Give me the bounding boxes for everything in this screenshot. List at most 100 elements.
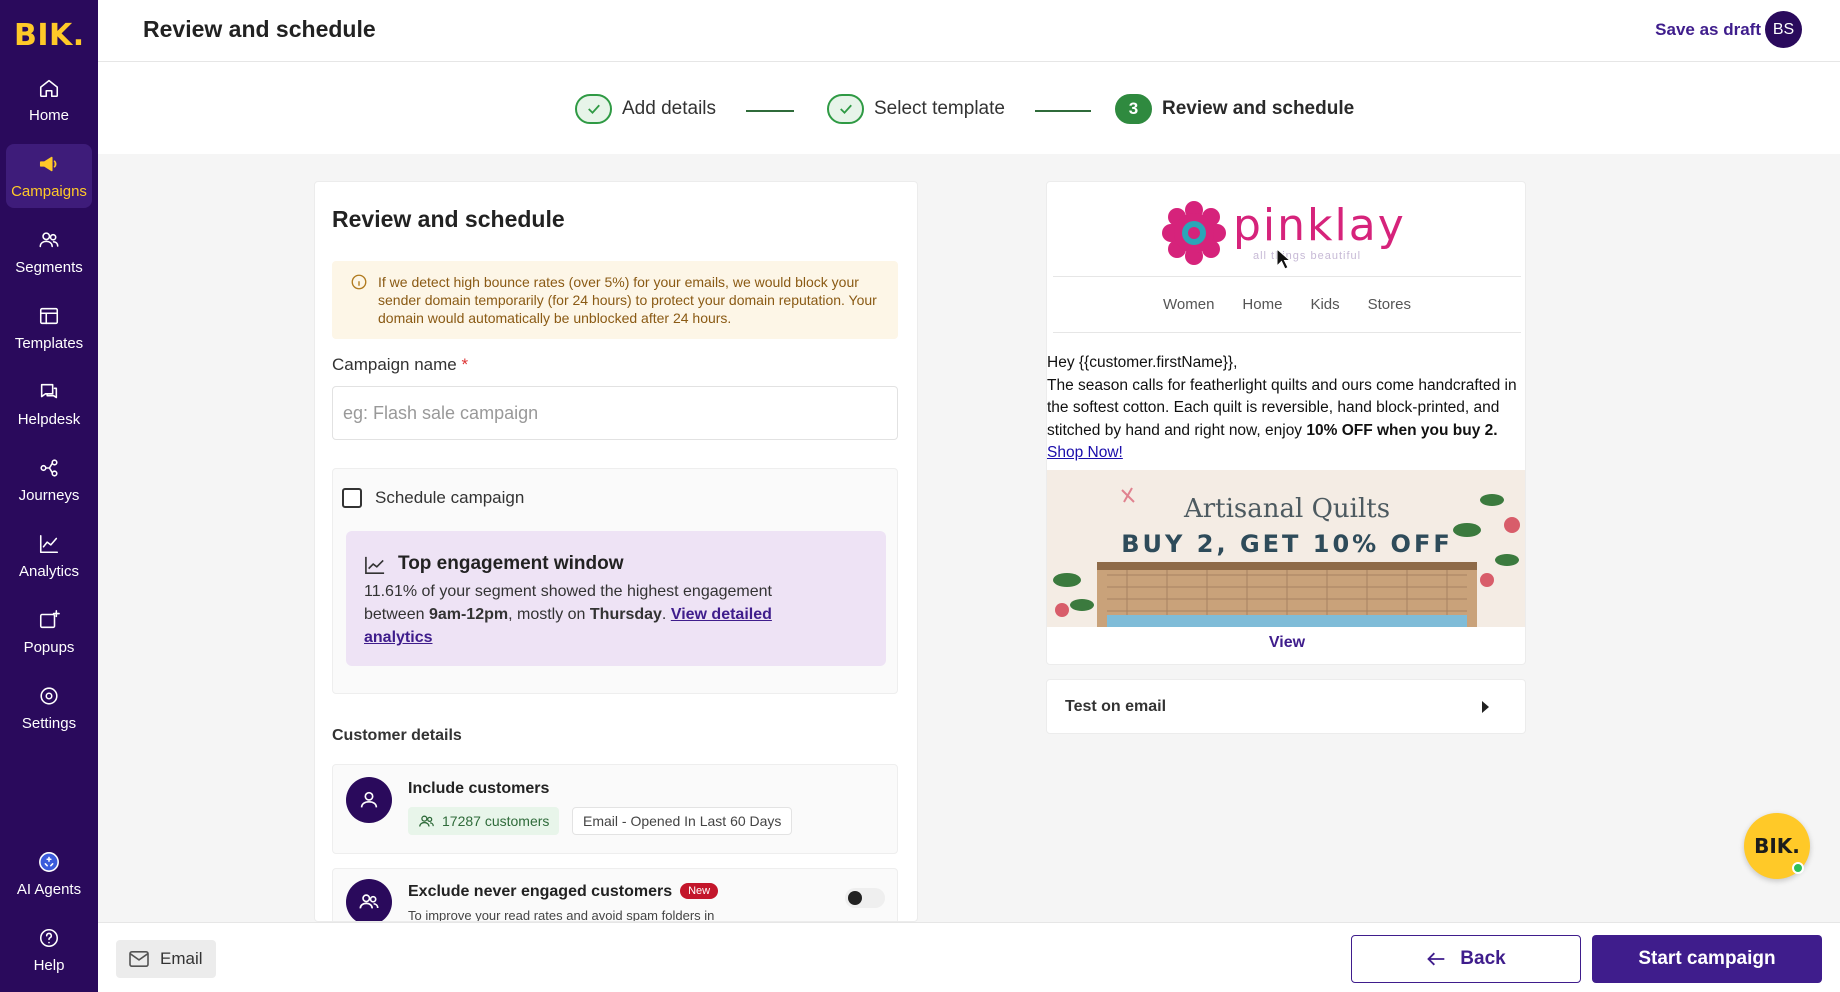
sidebar-item-label: Popups: [23, 638, 75, 656]
email-nav: Women Home Kids Stores: [1047, 296, 1525, 313]
sidebar-item-ai-agents[interactable]: AI Agents: [6, 842, 92, 906]
exclude-customers-label: Exclude never engaged customers New: [408, 883, 719, 901]
home-icon: [39, 79, 59, 97]
exclude-customers-toggle[interactable]: [845, 888, 885, 908]
sidebar-item-label: Analytics: [18, 562, 80, 580]
sidebar-item-templates[interactable]: Templates: [6, 296, 92, 360]
journey-icon: [40, 458, 58, 477]
pinklay-logo-icon: [1162, 201, 1226, 265]
test-on-email-row[interactable]: Test on email: [1046, 679, 1526, 734]
email-nav-kids[interactable]: Kids: [1310, 296, 1339, 313]
step-label: Select template: [874, 98, 1005, 119]
warning-text: If we detect high bounce rates (over 5%)…: [378, 274, 877, 326]
step-connector: [1035, 110, 1091, 112]
sidebar-item-label: Settings: [21, 714, 77, 732]
new-badge: New: [680, 883, 719, 899]
brand-tagline: all things beautiful: [1253, 250, 1362, 262]
channel-label: Email: [160, 949, 203, 968]
campaign-name-input[interactable]: [332, 386, 898, 440]
sidebar-item-home[interactable]: Home: [6, 68, 92, 132]
campaign-name-label-text: Campaign name: [332, 355, 457, 374]
schedule-campaign-label[interactable]: Schedule campaign: [375, 488, 524, 508]
email-nav-women[interactable]: Women: [1163, 296, 1214, 313]
test-on-email-label: Test on email: [1065, 698, 1167, 715]
sidebar-item-label: AI Agents: [16, 880, 82, 898]
step-label: Review and schedule: [1162, 98, 1355, 119]
step-select-template[interactable]: Select template: [827, 94, 1005, 124]
top-bar: Review and schedule Save as draft BS: [98, 0, 1840, 62]
email-greeting: Hey {{customer.firstName}},: [1047, 354, 1238, 371]
sidebar-item-help[interactable]: Help: [6, 918, 92, 982]
engagement-title: Top engagement window: [398, 553, 624, 574]
sidebar-item-label: Journeys: [18, 486, 80, 504]
sidebar-item-popups[interactable]: Popups: [6, 600, 92, 664]
back-label: Back: [1460, 948, 1506, 969]
sidebar-item-label: Home: [28, 106, 69, 124]
sidebar-item-label: Helpdesk: [17, 410, 81, 428]
caret-right-icon: [1482, 701, 1489, 713]
sidebar-item-label: Segments: [15, 258, 83, 276]
footer-bar: Email Back Start campaign: [98, 922, 1840, 992]
page-title: Review and schedule: [143, 16, 376, 42]
sidebar-item-helpdesk[interactable]: Helpdesk: [6, 372, 92, 436]
sidebar-item-label: Campaigns: [11, 182, 87, 200]
save-as-draft-button[interactable]: Save as draft: [1655, 20, 1761, 40]
avatar[interactable]: BS: [1765, 11, 1802, 48]
step-review-and-schedule[interactable]: 3 Review and schedule: [1115, 94, 1354, 124]
email-nav-stores[interactable]: Stores: [1368, 296, 1411, 313]
check-icon: [839, 104, 852, 115]
engagement-text-part: , mostly on: [508, 606, 590, 623]
users-icon: [419, 815, 434, 827]
step-done-indicator: [827, 94, 864, 124]
mail-icon: [129, 950, 149, 968]
customer-avatar: [346, 777, 392, 823]
promo-banner[interactable]: Artisanal Quilts BUY 2, GET 10% OFF: [1047, 470, 1525, 627]
sidebar-item-campaigns[interactable]: Campaigns: [6, 144, 92, 208]
exclude-customers-description: To improve your read rates and avoid spa…: [408, 908, 715, 922]
engagement-window-card: Top engagement window 11.61% of your seg…: [346, 531, 886, 666]
email-body-bold: 10% OFF when you buy 2.: [1306, 421, 1498, 439]
customer-count-chip: 17287 customers: [408, 807, 560, 835]
customer-avatar: [346, 879, 392, 921]
back-button[interactable]: Back: [1351, 935, 1581, 983]
step-label: Add details: [622, 98, 717, 119]
users-icon: [359, 894, 379, 909]
step-add-details[interactable]: Add details: [575, 94, 716, 124]
engagement-time: 9am-12pm: [428, 606, 509, 623]
megaphone-icon: [39, 156, 57, 171]
check-icon: [587, 104, 600, 115]
review-form-card: Review and schedule If we detect high bo…: [314, 181, 918, 922]
brand-name: pinklay: [1233, 200, 1406, 251]
email-paragraph: The season calls for featherlight quilts…: [1047, 375, 1523, 465]
analytics-icon: [39, 534, 59, 553]
bik-logo[interactable]: BIK.: [14, 18, 85, 53]
sidebar-item-label: Templates: [14, 334, 84, 352]
required-marker: *: [461, 355, 469, 374]
users-icon: [39, 231, 59, 247]
engagement-text: 11.61% of your segment showed the highes…: [364, 580, 834, 649]
help-icon: [39, 928, 59, 947]
preview-divider: [1053, 332, 1521, 333]
sidebar-item-segments[interactable]: Segments: [6, 220, 92, 284]
engagement-day: Thursday: [589, 606, 662, 623]
sidebar-item-settings[interactable]: Settings: [6, 676, 92, 740]
sidebar-item-journeys[interactable]: Journeys: [6, 448, 92, 512]
view-email-link[interactable]: View: [1047, 634, 1525, 652]
gear-icon: [40, 686, 58, 705]
chat-icon: [40, 383, 58, 398]
arrow-left-icon: [1427, 952, 1445, 966]
stepper: Add details Select template 3 Review and…: [98, 62, 1840, 154]
schedule-campaign-checkbox[interactable]: [342, 488, 362, 508]
step-connector: [746, 110, 794, 112]
campaign-name-label: Campaign name *: [332, 355, 468, 375]
email-nav-home[interactable]: Home: [1242, 296, 1282, 313]
mouse-cursor-icon: [1276, 248, 1290, 270]
shop-now-link[interactable]: Shop Now!: [1047, 444, 1123, 461]
sidebar-item-analytics[interactable]: Analytics: [6, 524, 92, 588]
channel-chip: Email: [116, 940, 216, 978]
start-campaign-button[interactable]: Start campaign: [1592, 935, 1822, 983]
trend-chart-icon: [365, 556, 385, 574]
customer-details-title: Customer details: [332, 727, 462, 744]
sidebar-item-label: Help: [33, 956, 65, 974]
exclude-customers-row: Exclude never engaged customers New To im…: [332, 868, 898, 922]
